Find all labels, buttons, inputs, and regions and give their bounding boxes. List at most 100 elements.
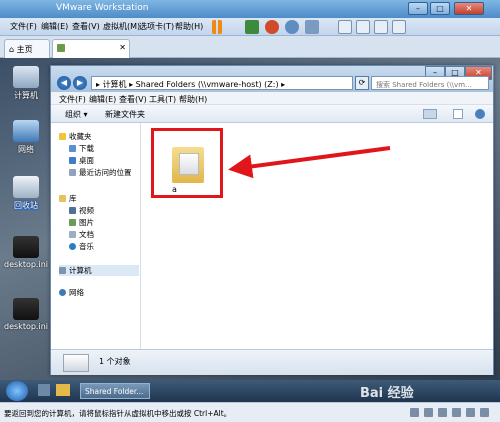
explorer-menu-bar: 文件(F) 编辑(E) 查看(V) 工具(T) 帮助(H) xyxy=(51,92,493,105)
vmware-status-bar: 要返回到您的计算机，请将鼠标指针从虚拟机中移出或按 Ctrl+Alt。 xyxy=(0,402,500,422)
desktop-icon-label: 回收站 xyxy=(14,201,38,210)
recent-places-icon xyxy=(69,169,76,176)
explorer-chrome: – □ ✕ ◀ ▶ ▸ 计算机 ▸ Shared Folders (\\vmwa… xyxy=(51,66,493,92)
network-icon xyxy=(59,289,66,296)
folder-icon xyxy=(172,147,204,183)
breadcrumb-shared-folders[interactable]: Shared Folders (\\vmware-host) (Z:) xyxy=(136,80,279,89)
menu-help[interactable]: 帮助(H) xyxy=(175,21,203,32)
drive-icon xyxy=(63,354,89,372)
taskbar-shared-folders[interactable]: Shared Folder... xyxy=(80,383,150,399)
menu-file[interactable]: 文件(F) xyxy=(10,21,37,32)
unity-icon[interactable] xyxy=(356,20,370,34)
desktop-icon-network[interactable]: 网络 xyxy=(4,120,48,155)
network-icon xyxy=(13,120,39,142)
explorer-taskbar-icon[interactable] xyxy=(56,384,70,396)
tab-close-icon[interactable]: ✕ xyxy=(119,43,126,52)
view-icon[interactable] xyxy=(338,20,352,34)
guest-desktop: 计算机 网络 回收站 desktop.ini desktop.ini – □ ✕… xyxy=(0,58,500,380)
file-icon xyxy=(13,236,39,258)
details-pane: 1 个对象 xyxy=(51,349,493,375)
videos-icon xyxy=(69,207,76,214)
forward-button[interactable]: ▶ xyxy=(73,76,87,90)
explorer-menu-tools[interactable]: 工具(T) xyxy=(149,94,176,105)
close-button[interactable]: ✕ xyxy=(454,2,484,15)
menu-tabs[interactable]: 选项卡(T) xyxy=(139,21,174,32)
sound-icon[interactable] xyxy=(466,408,475,417)
downloads-icon xyxy=(69,145,76,152)
explorer-menu-file[interactable]: 文件(F) xyxy=(59,94,86,105)
explorer-menu-help[interactable]: 帮助(H) xyxy=(179,94,207,105)
nav-pictures[interactable]: 图片 xyxy=(69,217,94,228)
desktop-icon-label: 计算机 xyxy=(14,91,38,100)
tab-home-label: 主页 xyxy=(16,45,33,54)
start-button[interactable] xyxy=(6,381,28,401)
nav-recent-places[interactable]: 最近访问的位置 xyxy=(69,167,132,178)
view-options-icon[interactable] xyxy=(423,109,437,119)
hdd-icon[interactable] xyxy=(410,408,419,417)
minimize-button[interactable]: – xyxy=(408,2,428,15)
explorer-menu-edit[interactable]: 编辑(E) xyxy=(89,94,116,105)
revert-snapshot-icon[interactable] xyxy=(285,20,299,34)
star-icon xyxy=(59,133,66,140)
nav-computer[interactable]: 计算机 xyxy=(59,265,139,276)
desktop-icon-ini-1[interactable]: desktop.ini xyxy=(4,236,48,269)
pictures-icon xyxy=(69,219,76,226)
breadcrumb-computer[interactable]: 计算机 xyxy=(103,80,127,89)
tab-home[interactable]: ⌂ 主页 xyxy=(4,39,50,58)
computer-icon xyxy=(59,267,66,274)
library-icon xyxy=(59,195,66,202)
navigation-pane: 收藏夹 下载 桌面 最近访问的位置 库 视频 图片 文档 音乐 计算机 网络 xyxy=(51,123,141,349)
snapshot-icon[interactable] xyxy=(265,20,279,34)
send-keys-icon[interactable] xyxy=(245,20,259,34)
folder-name: a xyxy=(172,185,177,194)
desktop-icon-label: desktop.ini xyxy=(4,322,48,331)
vmware-title-bar: VMware Workstation – □ ✕ xyxy=(0,0,500,18)
menu-edit[interactable]: 编辑(E) xyxy=(41,21,68,32)
back-button[interactable]: ◀ xyxy=(57,76,71,90)
pause-icon[interactable] xyxy=(212,20,222,34)
recycle-bin-icon xyxy=(13,176,39,198)
nav-videos[interactable]: 视频 xyxy=(69,205,94,216)
menu-view[interactable]: 查看(V) xyxy=(72,21,100,32)
preview-pane-icon[interactable] xyxy=(453,109,463,119)
cdrom-icon[interactable] xyxy=(424,408,433,417)
item-count: 1 个对象 xyxy=(99,357,131,366)
explorer-window: – □ ✕ ◀ ▶ ▸ 计算机 ▸ Shared Folders (\\vmwa… xyxy=(50,65,494,375)
computer-icon xyxy=(13,66,39,88)
network-adapter-icon[interactable] xyxy=(438,408,447,417)
vmware-menu-bar: 文件(F) 编辑(E) 查看(V) 虚拟机(M) 选项卡(T) 帮助(H) xyxy=(0,18,500,36)
desktop-icon-label: desktop.ini xyxy=(4,260,48,269)
maximize-button[interactable]: □ xyxy=(430,2,450,15)
nav-network[interactable]: 网络 xyxy=(59,287,84,298)
nav-music[interactable]: 音乐 xyxy=(69,241,94,252)
fullscreen-icon[interactable] xyxy=(374,20,388,34)
desktop-icon-computer[interactable]: 计算机 xyxy=(4,66,48,101)
new-folder-button[interactable]: 新建文件夹 xyxy=(105,109,145,120)
status-message: 要返回到您的计算机，请将鼠标指针从虚拟机中移出或按 Ctrl+Alt。 xyxy=(4,409,232,418)
usb-icon[interactable] xyxy=(452,408,461,417)
refresh-icon[interactable]: ⟳ xyxy=(355,76,369,90)
desktop-icon xyxy=(69,157,76,164)
explorer-toolbar: 组织 ▾ 新建文件夹 xyxy=(51,105,493,123)
search-input[interactable]: 搜索 Shared Folders (\\vm... xyxy=(371,76,489,90)
nav-desktop[interactable]: 桌面 xyxy=(69,155,94,166)
desktop-icon-recycle-bin[interactable]: 回收站 xyxy=(4,176,48,211)
menu-vm[interactable]: 虚拟机(M) xyxy=(103,21,140,32)
snapshot-manager-icon[interactable] xyxy=(305,20,319,34)
desktop-icon-label: 网络 xyxy=(18,145,34,154)
nav-libraries[interactable]: 库 xyxy=(59,193,77,204)
desktop-icon-ini-2[interactable]: desktop.ini xyxy=(4,298,48,331)
music-icon xyxy=(69,243,76,250)
console-view-icon[interactable] xyxy=(392,20,406,34)
address-bar[interactable]: ▸ 计算机 ▸ Shared Folders (\\vmware-host) (… xyxy=(91,76,353,90)
help-icon[interactable] xyxy=(475,109,485,119)
message-icon[interactable] xyxy=(480,408,489,417)
nav-documents[interactable]: 文档 xyxy=(69,229,94,240)
nav-downloads[interactable]: 下载 xyxy=(69,143,94,154)
explorer-menu-view[interactable]: 查看(V) xyxy=(119,94,147,105)
organize-button[interactable]: 组织 ▾ xyxy=(65,109,88,120)
tab-vm[interactable]: ✕ xyxy=(52,39,130,58)
nav-favorites[interactable]: 收藏夹 xyxy=(59,131,92,142)
file-icon xyxy=(13,298,39,320)
show-desktop-icon[interactable] xyxy=(38,384,50,396)
